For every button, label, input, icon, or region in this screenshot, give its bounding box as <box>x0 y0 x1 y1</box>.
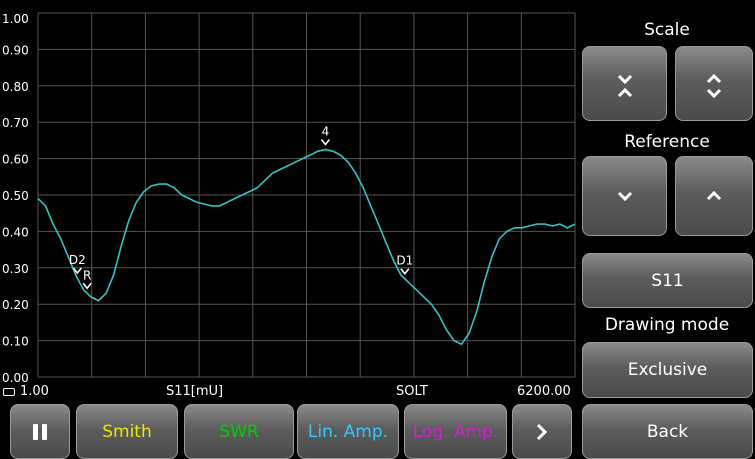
info-bar: 1.00 S11[mU] SOLT 6200.00 <box>0 383 577 401</box>
marker-label: R <box>83 268 91 282</box>
chevron-down-icon <box>617 191 632 202</box>
y-tick-label: 1.00 <box>2 12 29 26</box>
start-frequency: 1.00 <box>20 384 49 399</box>
y-tick-label: 0.90 <box>2 43 29 57</box>
reference-down-button[interactable] <box>582 156 667 236</box>
marker-chevron <box>320 139 331 146</box>
stop-frequency: 6200.00 <box>517 384 571 399</box>
chevron-up-icon <box>706 190 722 201</box>
parameter-label: S11[mU] <box>166 384 224 399</box>
calibration-label: SOLT <box>396 384 428 399</box>
y-tick-label: 0.50 <box>2 189 29 203</box>
battery-icon <box>3 388 15 396</box>
marker-chevron <box>400 268 410 276</box>
pause-button[interactable] <box>10 404 70 459</box>
chevron-up-down-icon <box>706 73 722 98</box>
marker-chevron <box>82 282 92 290</box>
lin-amp-label: Lin. Amp. <box>307 421 389 442</box>
trace-chart: 1.00 0.90 0.80 0.70 0.60 0.50 0.40 0.30 0.20 0.10… <box>2 12 576 385</box>
y-tick-label: 0.80 <box>2 80 29 94</box>
pause-icon <box>33 423 47 440</box>
y-tick-label: 0.40 <box>2 225 29 239</box>
chevron-right-icon <box>536 423 548 440</box>
y-tick-label: 0.10 <box>2 335 29 349</box>
plot-area: 1.00 0.90 0.80 0.70 0.60 0.50 0.40 0.30 0.20 0.10… <box>0 0 577 400</box>
scale-down-button[interactable] <box>582 46 667 121</box>
log-amp-button[interactable]: Log. Amp. <box>404 404 507 459</box>
smith-label: Smith <box>102 421 152 442</box>
drawing-mode-label: Drawing mode <box>604 315 730 335</box>
lin-amp-button[interactable]: Lin. Amp. <box>297 404 399 459</box>
more-button[interactable] <box>512 404 572 459</box>
swr-button[interactable]: SWR <box>184 404 294 459</box>
log-amp-label: Log. Amp. <box>412 421 499 442</box>
exclusive-button[interactable]: Exclusive <box>582 342 753 398</box>
back-button[interactable]: Back <box>582 404 753 459</box>
marker-label: D2 <box>69 253 86 267</box>
chevron-down-up-icon <box>617 74 632 97</box>
y-tick-label: 0.70 <box>2 116 29 130</box>
y-tick-label: 0.60 <box>2 153 29 167</box>
scale-up-button[interactable] <box>675 46 753 121</box>
y-tick-label: 0.30 <box>2 262 29 276</box>
scale-label: Scale <box>644 20 690 40</box>
marker-label: 4 <box>322 125 330 139</box>
s11-button[interactable]: S11 <box>582 253 753 308</box>
swr-label: SWR <box>219 421 259 442</box>
smith-button[interactable]: Smith <box>76 404 178 459</box>
y-tick-label: 0.20 <box>2 298 29 312</box>
marker-label: D1 <box>396 254 413 268</box>
reference-up-button[interactable] <box>675 156 753 236</box>
reference-label: Reference <box>624 132 710 152</box>
